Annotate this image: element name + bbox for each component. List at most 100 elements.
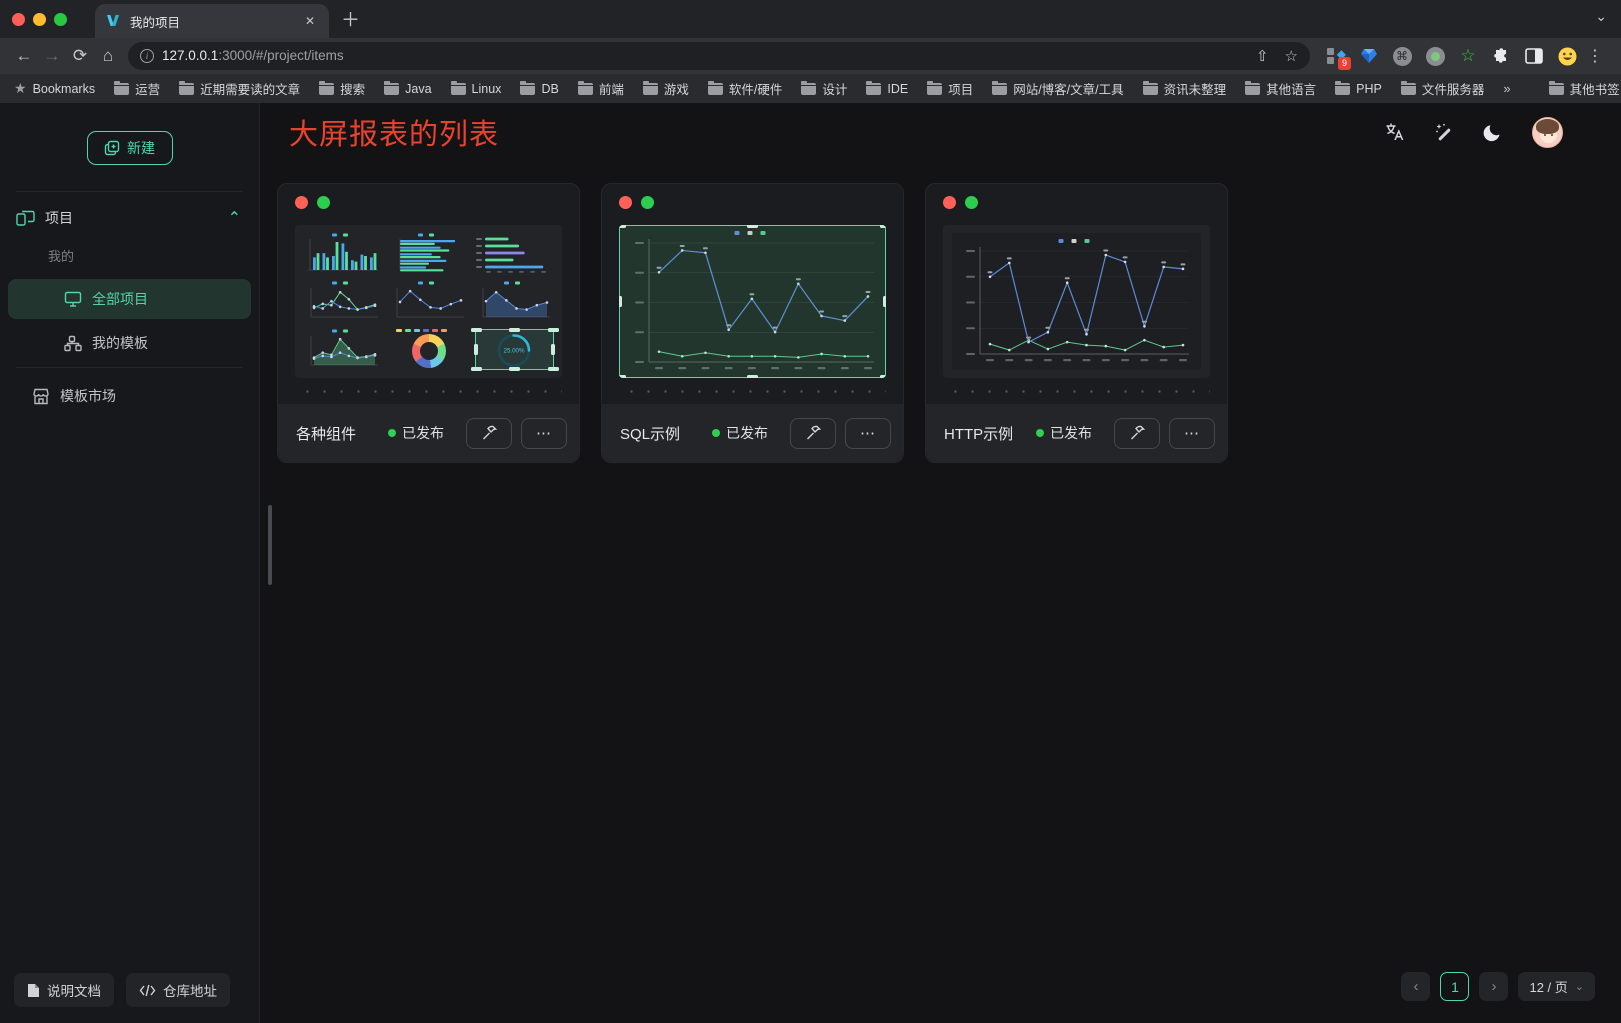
- user-avatar[interactable]: [1532, 117, 1563, 148]
- bookmark-folder[interactable]: DB: [520, 82, 558, 96]
- chevron-up-icon[interactable]: ⌃: [228, 208, 241, 228]
- extensions-puzzle-icon[interactable]: [1491, 46, 1511, 66]
- side-panel-icon[interactable]: [1524, 46, 1544, 66]
- share-icon[interactable]: ⇧: [1256, 47, 1269, 65]
- edit-hammer-button[interactable]: [790, 418, 836, 449]
- mini-chart-vbars: [302, 232, 383, 275]
- extension-star-icon[interactable]: ☆: [1458, 46, 1478, 66]
- project-card[interactable]: SQL示例 已发布 ⋯: [601, 183, 904, 463]
- project-card[interactable]: 25.00% 各种组件 已发布 ⋯: [277, 183, 580, 463]
- bookmark-folder[interactable]: 其他语言: [1245, 79, 1316, 98]
- bookmarks-star-icon: ★: [14, 80, 27, 97]
- repo-button[interactable]: 仓库地址: [126, 973, 230, 1007]
- prev-page-button[interactable]: ‹: [1401, 972, 1430, 1001]
- project-preview[interactable]: [619, 225, 886, 378]
- bookmark-star-icon[interactable]: ☆: [1285, 47, 1298, 65]
- folder-icon: [992, 83, 1007, 95]
- project-preview[interactable]: 25.00%: [295, 225, 562, 378]
- edit-hammer-button[interactable]: [1114, 418, 1160, 449]
- bookmark-folder[interactable]: Linux: [451, 82, 502, 96]
- browser-menu-icon[interactable]: ⋮: [1583, 46, 1611, 66]
- template-flow-icon: [64, 335, 82, 352]
- new-tab-button[interactable]: ＋: [341, 5, 360, 32]
- sidebar-section-project[interactable]: 项目 ⌃: [0, 192, 259, 242]
- browser-tab[interactable]: 我的项目 ✕: [95, 4, 329, 38]
- folder-icon: [1335, 83, 1350, 95]
- bookmark-folder[interactable]: IDE: [866, 82, 908, 96]
- folder-icon: [801, 83, 816, 95]
- folder-icon: [927, 83, 942, 95]
- project-preview[interactable]: [943, 225, 1210, 378]
- edit-hammer-button[interactable]: [466, 418, 512, 449]
- extension-record-icon[interactable]: [1425, 46, 1445, 66]
- project-card-list: 25.00% 各种组件 已发布 ⋯: [260, 161, 1621, 463]
- dark-mode-moon-icon[interactable]: [1483, 122, 1503, 142]
- store-icon: [32, 388, 50, 405]
- docs-button[interactable]: 说明文档: [14, 973, 114, 1007]
- other-bookmarks-folder[interactable]: 其他书签: [1549, 79, 1620, 98]
- card-footer: HTTP示例 已发布 ⋯: [926, 404, 1227, 462]
- home-icon[interactable]: ⌂: [94, 46, 122, 66]
- reload-icon[interactable]: ⟳: [66, 46, 94, 66]
- status-dot: [1036, 429, 1044, 437]
- bookmark-folder[interactable]: PHP: [1335, 82, 1382, 96]
- forward-icon[interactable]: →: [38, 46, 66, 66]
- folder-icon: [114, 83, 129, 95]
- bookmark-folder[interactable]: 设计: [801, 79, 847, 98]
- minimize-window-button[interactable]: [33, 13, 46, 26]
- bookmarks-overflow-icon[interactable]: »: [1503, 81, 1510, 96]
- card-green-dot: [641, 196, 654, 209]
- bookmark-folder[interactable]: 运营: [114, 79, 160, 98]
- current-page-button[interactable]: 1: [1440, 972, 1469, 1001]
- bookmark-folder[interactable]: 搜索: [319, 79, 365, 98]
- other-bookmarks-label: 其他书签: [1570, 79, 1620, 98]
- bookmark-folder-label: 资讯未整理: [1164, 79, 1227, 98]
- card-red-dot: [619, 196, 632, 209]
- folder-icon: [1245, 83, 1260, 95]
- scrollbar-thumb[interactable]: [268, 505, 272, 585]
- sidebar-item-my-templates[interactable]: 我的模板: [8, 323, 251, 363]
- site-info-icon[interactable]: i: [140, 49, 154, 63]
- extension-grid-icon[interactable]: ◆ 9: [1326, 46, 1346, 66]
- cmd-glyph: ⌘: [1393, 47, 1412, 66]
- document-icon: [27, 983, 40, 998]
- bookmarks-manager[interactable]: ★ Bookmarks: [14, 80, 95, 97]
- bookmark-folder[interactable]: 软件/硬件: [708, 79, 782, 98]
- more-options-button[interactable]: ⋯: [1169, 418, 1215, 449]
- bookmark-folder[interactable]: 项目: [927, 79, 973, 98]
- page-size-select[interactable]: 12 / 页 ⌄: [1518, 972, 1595, 1001]
- more-options-button[interactable]: ⋯: [521, 418, 567, 449]
- extensions-area: ◆ 9 ⌘ ☆: [1320, 46, 1583, 66]
- language-icon[interactable]: [1385, 122, 1405, 142]
- project-card[interactable]: HTTP示例 已发布 ⋯: [925, 183, 1228, 463]
- magic-wand-icon[interactable]: [1434, 122, 1454, 142]
- browser-toolbar: ← → ⟳ ⌂ i 127.0.0.1:3000/#/project/items…: [0, 38, 1621, 74]
- bookmark-folder[interactable]: 网站/博客/文章/工具: [992, 79, 1123, 98]
- maximize-window-button[interactable]: [54, 13, 67, 26]
- bookmark-folder[interactable]: 前端: [578, 79, 624, 98]
- next-page-button[interactable]: ›: [1479, 972, 1508, 1001]
- new-project-button[interactable]: 新建: [87, 131, 173, 165]
- sidebar-group-my: 我的: [0, 242, 259, 275]
- bookmark-folder[interactable]: 近期需要读的文章: [179, 79, 300, 98]
- extension-cmd-icon[interactable]: ⌘: [1392, 46, 1412, 66]
- close-window-button[interactable]: [12, 13, 25, 26]
- sidebar-item-all-projects[interactable]: 全部项目: [8, 279, 251, 319]
- folder-icon: [319, 83, 334, 95]
- extension-emoji-icon[interactable]: [1557, 46, 1577, 66]
- extension-gem-icon[interactable]: [1359, 46, 1379, 66]
- sidebar-item-template-market[interactable]: 模板市场: [8, 376, 251, 416]
- mini-chart-area1: [474, 280, 555, 323]
- card-green-dot: [965, 196, 978, 209]
- tab-close-icon[interactable]: ✕: [301, 12, 319, 30]
- address-bar[interactable]: i 127.0.0.1:3000/#/project/items ⇧ ☆: [128, 42, 1310, 70]
- bookmark-folder[interactable]: 游戏: [643, 79, 689, 98]
- hammer-icon: [481, 425, 497, 441]
- bookmark-folder[interactable]: 文件服务器: [1401, 79, 1485, 98]
- more-options-button[interactable]: ⋯: [845, 418, 891, 449]
- tab-search-icon[interactable]: ⌄: [1595, 8, 1607, 25]
- tab-strip: 我的项目 ✕ ＋ ⌄: [0, 0, 1621, 38]
- back-icon[interactable]: ←: [10, 46, 38, 66]
- bookmark-folder[interactable]: 资讯未整理: [1143, 79, 1227, 98]
- bookmark-folder[interactable]: Java: [384, 82, 431, 96]
